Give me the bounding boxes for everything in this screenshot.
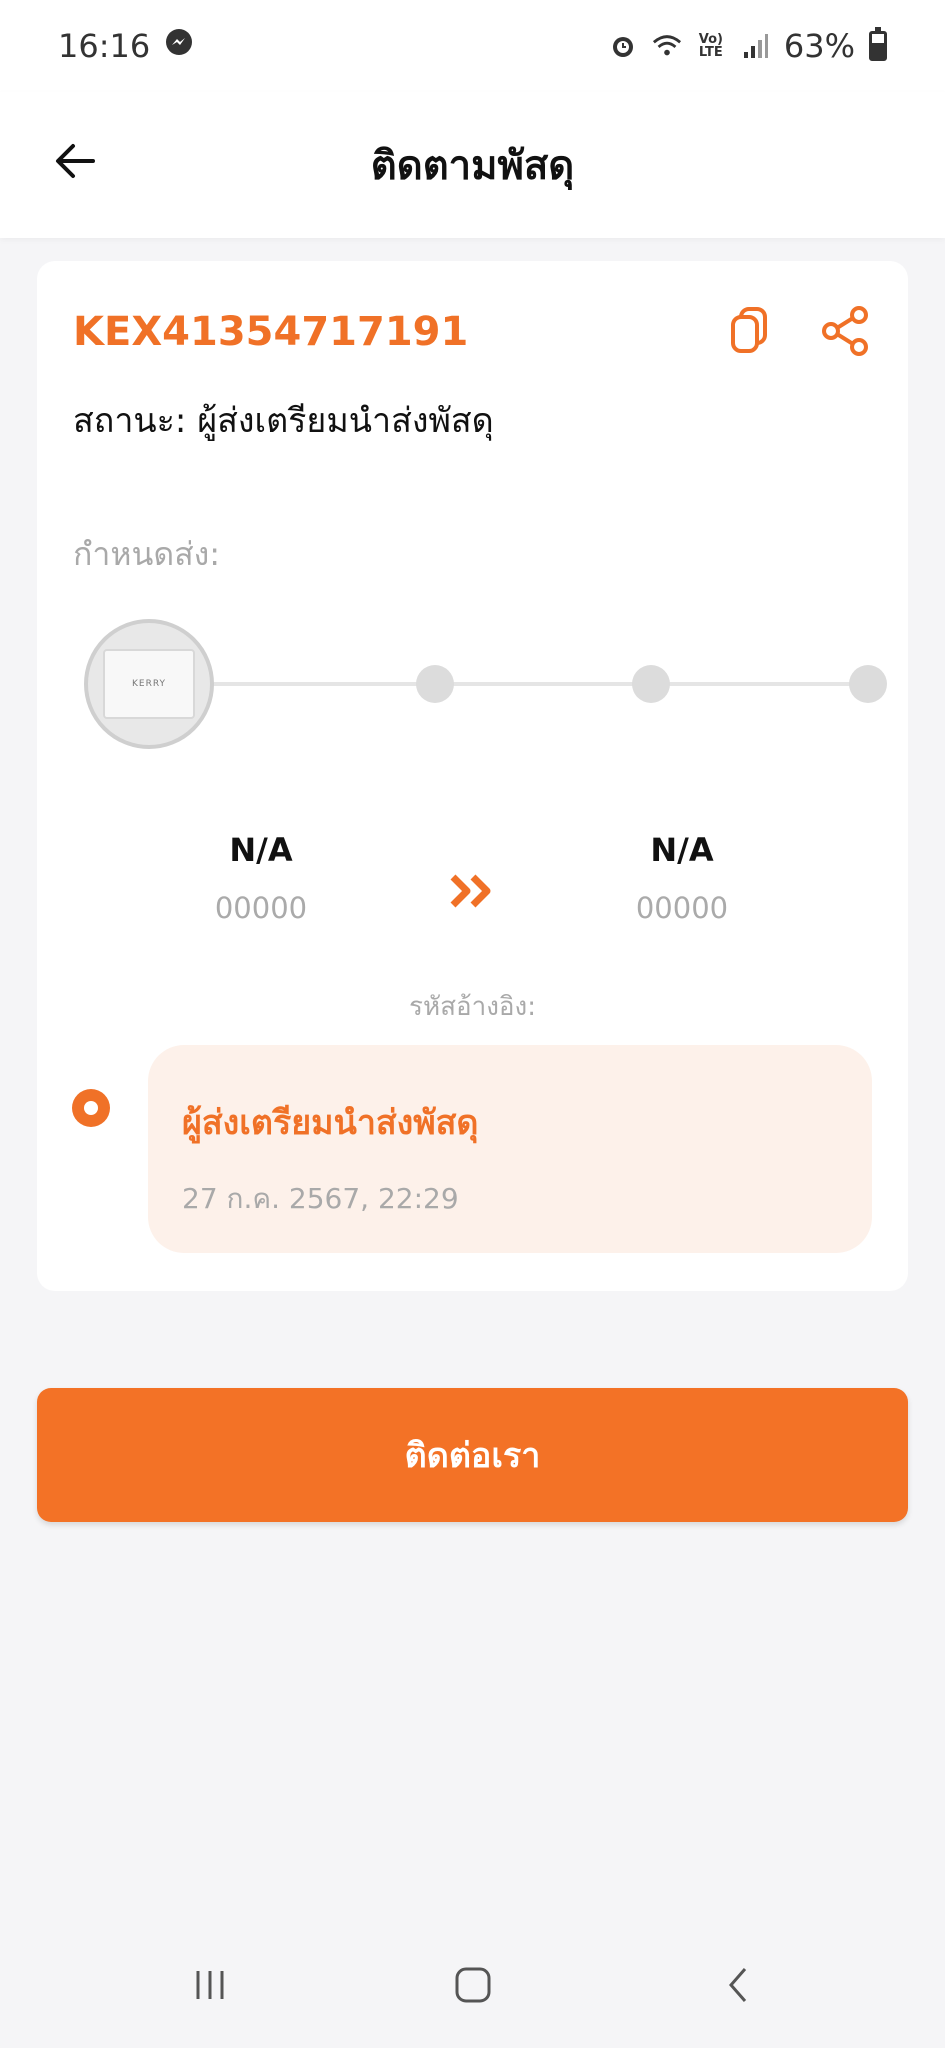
due-date-label: กำหนดส่ง: bbox=[73, 535, 221, 573]
page-title: ติดตามพัสดุ bbox=[370, 143, 575, 189]
destination-city: N/A bbox=[650, 831, 714, 869]
recent-apps-button[interactable] bbox=[175, 1950, 245, 2020]
contact-us-button[interactable]: ติดต่อเรา bbox=[37, 1388, 908, 1522]
origin: N/A 00000 bbox=[151, 831, 371, 925]
parcel-box-image: KERRY bbox=[103, 649, 195, 719]
battery-icon bbox=[869, 27, 887, 61]
destination-zip: 00000 bbox=[635, 891, 729, 925]
tracking-number: KEX41354717191 bbox=[73, 309, 469, 355]
status-left: 16:16 bbox=[58, 27, 194, 65]
parcel-card: KEX41354717191 สถานะ: ผู้ส่งเตรียมนำส่งพ… bbox=[37, 261, 908, 1291]
share-button[interactable] bbox=[819, 303, 875, 359]
origin-city: N/A bbox=[229, 831, 293, 869]
delivery-progress: KERRY bbox=[37, 619, 908, 749]
origin-zip: 00000 bbox=[214, 891, 308, 925]
back-icon bbox=[729, 1968, 747, 2002]
volte-icon: Vo) LTE bbox=[698, 32, 723, 60]
messenger-icon bbox=[164, 27, 194, 65]
progress-step bbox=[849, 665, 887, 703]
parcel-status: สถานะ: ผู้ส่งเตรียมนำส่งพัสดุ bbox=[73, 401, 494, 441]
signal-icon bbox=[740, 31, 770, 61]
share-icon bbox=[822, 306, 868, 356]
copy-button[interactable] bbox=[725, 303, 781, 359]
route-info: N/A 00000 N/A 00000 bbox=[37, 831, 908, 951]
status-time: 16:16 bbox=[58, 27, 151, 65]
kerry-logo: KERRY bbox=[131, 679, 167, 689]
back-button[interactable] bbox=[50, 136, 100, 186]
recent-apps-icon bbox=[196, 1971, 224, 1999]
event-title: ผู้ส่งเตรียมนำส่งพัสดุ bbox=[182, 1103, 479, 1143]
system-nav-bar bbox=[0, 1928, 945, 2048]
status-right: Vo) LTE 63% bbox=[608, 27, 887, 65]
progress-step bbox=[632, 665, 670, 703]
home-icon bbox=[455, 1967, 491, 2003]
status-bar: 16:16 Vo) LTE 63% bbox=[0, 0, 945, 92]
app-header: ติดตามพัสดุ bbox=[0, 92, 945, 238]
progress-track bbox=[187, 682, 868, 686]
timeline-event: ผู้ส่งเตรียมนำส่งพัสดุ 27 ก.ค. 2567, 22:… bbox=[148, 1045, 872, 1253]
back-arrow-icon bbox=[56, 144, 95, 178]
alarm-icon bbox=[608, 31, 638, 61]
battery-percent: 63% bbox=[783, 27, 855, 65]
system-back-button[interactable] bbox=[704, 1950, 774, 2020]
wifi-6-icon bbox=[652, 31, 682, 61]
destination: N/A 00000 bbox=[572, 831, 792, 925]
progress-step bbox=[416, 665, 454, 703]
copy-icon bbox=[731, 307, 767, 353]
reference-label: รหัสอ้างอิง: bbox=[409, 992, 536, 1022]
kerry-box-icon: KERRY bbox=[84, 619, 214, 749]
double-chevron-right-icon bbox=[450, 874, 491, 908]
event-datetime: 27 ก.ค. 2567, 22:29 bbox=[182, 1182, 459, 1215]
home-button[interactable] bbox=[438, 1950, 508, 2020]
timeline-dot bbox=[72, 1089, 110, 1127]
